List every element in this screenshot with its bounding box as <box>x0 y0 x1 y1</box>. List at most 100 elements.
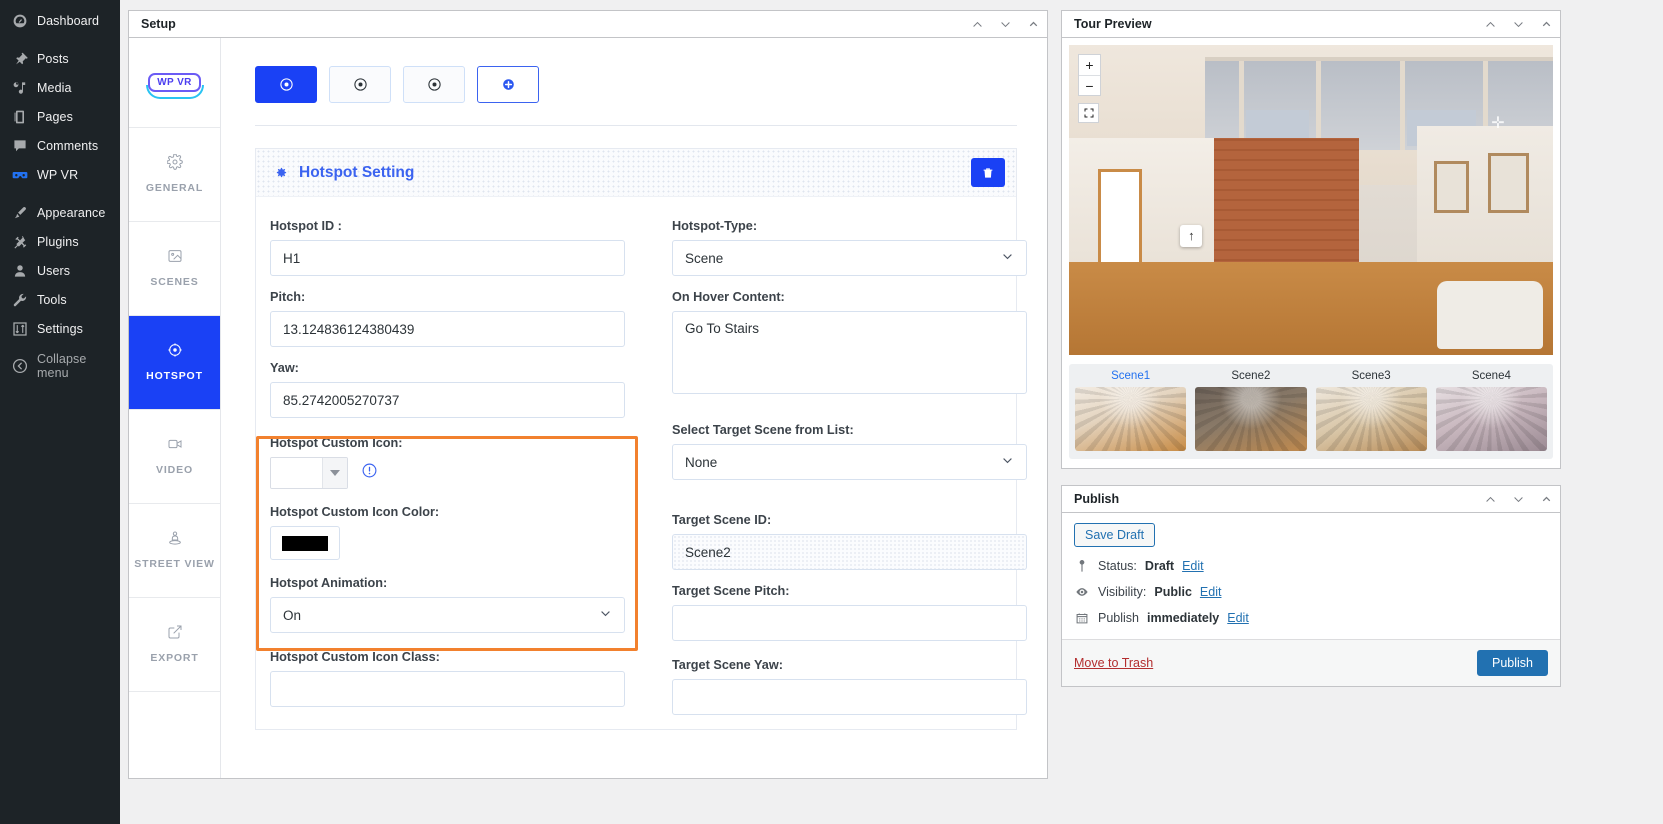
edit-status-link[interactable]: Edit <box>1182 559 1204 573</box>
sidebar-item-dashboard[interactable]: Dashboard <box>0 6 120 35</box>
sidebar-item-pages[interactable]: Pages <box>0 102 120 131</box>
tab-street-view[interactable]: STREET VIEW <box>129 504 220 598</box>
field-yaw: Yaw: <box>270 361 646 418</box>
chevron-down-icon <box>999 18 1012 31</box>
tab-hotspot[interactable]: HOTSPOT <box>129 316 220 410</box>
sidebar-item-wp-vr[interactable]: WP VR <box>0 160 120 189</box>
move-down-button[interactable] <box>1504 11 1532 37</box>
tab-label: STREET VIEW <box>134 558 215 571</box>
sidebar-item-appearance[interactable]: Appearance <box>0 198 120 227</box>
hotspot-animation-select[interactable]: On <box>270 597 625 633</box>
field-hotspot-id: Hotspot ID : <box>270 219 646 276</box>
hotspot-item-button-2[interactable] <box>329 66 391 103</box>
fullscreen-button[interactable] <box>1078 103 1099 123</box>
custom-icon-label: Hotspot Custom Icon: <box>270 436 646 450</box>
field-custom-icon-class: Hotspot Custom Icon Class: <box>270 650 646 707</box>
scene-thumbnail-item[interactable]: Scene4 <box>1436 370 1547 451</box>
yaw-input[interactable] <box>270 382 625 418</box>
move-up-button[interactable] <box>963 11 991 37</box>
tab-scenes[interactable]: SCENES <box>129 222 220 316</box>
scene-name: Scene3 <box>1316 370 1427 382</box>
move-to-trash-link[interactable]: Move to Trash <box>1074 656 1153 670</box>
publish-header: Publish <box>1062 486 1560 513</box>
pin-icon <box>11 50 29 68</box>
publish-handle-actions <box>1476 486 1560 512</box>
scene-thumbnail-image <box>1075 387 1186 451</box>
sidebar-item-comments[interactable]: Comments <box>0 131 120 160</box>
hotspot-fields-left: Hotspot ID : Pitch: Yaw: <box>256 219 646 729</box>
scene-thumbnail-item[interactable]: Scene1 <box>1075 370 1186 451</box>
wpvr-logo-text: WP VR <box>148 73 201 92</box>
field-hotspot-type: Hotspot-Type: Scene <box>672 219 1047 276</box>
hotspot-id-input[interactable] <box>270 240 625 276</box>
add-hotspot-button[interactable] <box>477 66 539 103</box>
target-scene-yaw-input[interactable] <box>672 679 1027 715</box>
edit-schedule-link[interactable]: Edit <box>1227 611 1249 625</box>
delete-hotspot-button[interactable] <box>971 158 1005 187</box>
custom-icon-class-input[interactable] <box>270 671 625 707</box>
target-scene-pitch-input[interactable] <box>672 605 1027 641</box>
move-down-button[interactable] <box>1504 486 1532 512</box>
custom-icon-select[interactable] <box>270 457 348 489</box>
schedule-value: immediately <box>1147 611 1219 625</box>
zoom-out-button[interactable]: − <box>1079 75 1100 95</box>
target-scene-id-label: Target Scene ID: <box>672 513 1047 527</box>
hotspot-setting-fields: Hotspot ID : Pitch: Yaw: <box>256 197 1016 729</box>
publish-button[interactable]: Publish <box>1477 650 1548 676</box>
sidebar-collapse-menu[interactable]: Collapse menu <box>0 351 120 380</box>
custom-icon-selected-value <box>271 458 322 488</box>
hotspot-setting-card-header: Hotspot Setting <box>256 149 1016 197</box>
save-draft-button[interactable]: Save Draft <box>1074 523 1155 547</box>
move-up-button[interactable] <box>1476 486 1504 512</box>
target-scene-pitch-label: Target Scene Pitch: <box>672 584 1047 598</box>
sidebar-item-posts[interactable]: Posts <box>0 44 120 73</box>
hotspot-type-select[interactable]: Scene <box>672 240 1027 276</box>
wp-admin-sidebar: Dashboard Posts Media Pages Comments <box>0 0 120 824</box>
gear-icon <box>167 154 183 173</box>
target-scene-id-input[interactable] <box>672 534 1027 570</box>
custom-icon-color-picker[interactable] <box>270 526 340 560</box>
field-target-scene-id: Target Scene ID: <box>672 513 1047 570</box>
sidebar-item-tools[interactable]: Tools <box>0 285 120 314</box>
sidebar-item-media[interactable]: Media <box>0 73 120 102</box>
hotspot-item-button-3[interactable] <box>403 66 465 103</box>
hotspot-animation-label: Hotspot Animation: <box>270 576 646 590</box>
toggle-panel-button[interactable] <box>1532 11 1560 37</box>
sidebar-item-label: Dashboard <box>37 14 99 28</box>
hotspot-tab-pane: Hotspot Setting Hotspot <box>221 38 1047 778</box>
scene-hotspot-marker[interactable]: ↑ <box>1180 225 1202 247</box>
move-up-button[interactable] <box>1476 11 1504 37</box>
scene-thumbnail-item[interactable]: Scene2 <box>1195 370 1306 451</box>
tab-label: HOTSPOT <box>146 370 203 383</box>
sidebar-item-settings[interactable]: Settings <box>0 314 120 343</box>
toggle-panel-button[interactable] <box>1019 11 1047 37</box>
hotspot-item-button-1[interactable] <box>255 66 317 103</box>
select-target-scene-select[interactable]: None <box>672 444 1027 480</box>
zoom-in-button[interactable]: + <box>1079 55 1100 75</box>
tab-general[interactable]: GENERAL <box>129 128 220 222</box>
info-circle-icon[interactable] <box>361 462 378 484</box>
custom-icon-class-label: Hotspot Custom Icon Class: <box>270 650 646 664</box>
move-down-button[interactable] <box>991 11 1019 37</box>
field-custom-icon: Hotspot Custom Icon: <box>270 436 646 489</box>
scene-thumbnail-item[interactable]: Scene3 <box>1316 370 1427 451</box>
sidebar-item-plugins[interactable]: Plugins <box>0 227 120 256</box>
tab-video[interactable]: VIDEO <box>129 410 220 504</box>
publish-status-row: Status: Draft Edit <box>1074 559 1548 573</box>
sidebar-item-users[interactable]: Users <box>0 256 120 285</box>
on-hover-content-textarea[interactable]: Go To Stairs <box>672 311 1027 394</box>
edit-visibility-link[interactable]: Edit <box>1200 585 1222 599</box>
toolbar-divider <box>255 125 1017 126</box>
custom-icon-row <box>270 457 646 489</box>
panorama-scene: ✛ ↑ <box>1069 45 1553 355</box>
status-prefix: Status: <box>1098 559 1137 573</box>
dashboard-icon <box>11 12 29 30</box>
publish-title: Publish <box>1074 492 1476 506</box>
pitch-input[interactable] <box>270 311 625 347</box>
sliders-icon <box>11 320 29 338</box>
tab-export[interactable]: EXPORT <box>129 598 220 692</box>
tour-preview-title: Tour Preview <box>1074 17 1476 31</box>
toggle-panel-button[interactable] <box>1532 486 1560 512</box>
tour-viewer[interactable]: ✛ ↑ + − <box>1069 45 1553 355</box>
wp-admin-screen: Dashboard Posts Media Pages Comments <box>0 0 1663 824</box>
